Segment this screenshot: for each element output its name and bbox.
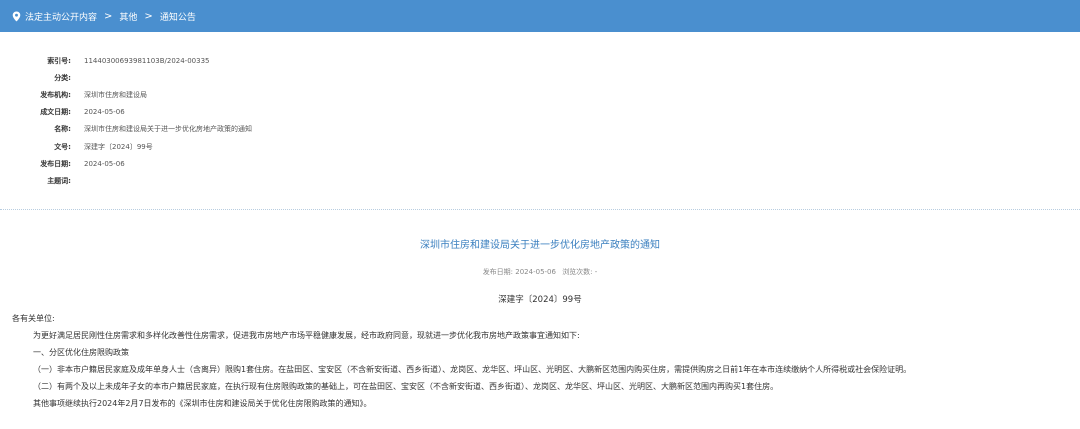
metadata-value: 2024-05-06	[84, 108, 125, 117]
metadata-table: 索引号: 11440300693981103B/2024-00335 分类: 发…	[0, 52, 1080, 190]
metadata-row-category: 分类:	[0, 69, 1080, 86]
metadata-label: 主题词:	[47, 176, 71, 185]
metadata-row-keywords: 主题词:	[0, 172, 1080, 189]
map-pin-icon	[12, 11, 21, 21]
metadata-row-doc-number: 文号: 深建字〔2024〕99号	[0, 138, 1080, 155]
metadata-value: 深建字〔2024〕99号	[84, 142, 153, 151]
body-paragraph: （一）非本市户籍居民家庭及成年单身人士（含离异）限购1套住房。在盐田区、宝安区（…	[33, 365, 912, 374]
section-heading: 一、分区优化住房限购政策	[33, 348, 129, 357]
breadcrumb: 法定主动公开内容 > 其他 > 通知公告	[0, 10, 196, 23]
section-divider	[0, 209, 1080, 210]
metadata-label: 名称:	[54, 125, 71, 134]
breadcrumb-item-notices[interactable]: 通知公告	[160, 10, 196, 23]
metadata-label: 分类:	[54, 73, 71, 82]
metadata-value: 深圳市住房和建设局	[84, 90, 147, 99]
breadcrumb-item-public-content[interactable]: 法定主动公开内容	[25, 10, 97, 23]
metadata-label: 发布机构:	[40, 90, 71, 99]
metadata-row-publish-date: 发布日期: 2024-05-06	[0, 155, 1080, 172]
view-count: 浏览次数: -	[562, 268, 598, 276]
document-body: 各有关单位: 为更好满足居民刚性住房需求和多样化改善性住房需求，促进我市房地产市…	[12, 310, 1070, 412]
metadata-value: 2024-05-06	[84, 159, 125, 168]
metadata-row-index: 索引号: 11440300693981103B/2024-00335	[0, 52, 1080, 69]
metadata-label: 发布日期:	[40, 159, 71, 168]
chevron-right-icon: >	[104, 10, 113, 22]
chevron-right-icon: >	[144, 10, 153, 22]
body-paragraph: （二）有两个及以上未成年子女的本市户籍居民家庭，在执行现有住房限购政策的基础上，…	[33, 382, 779, 391]
document-number: 深建字〔2024〕99号	[498, 295, 582, 305]
breadcrumb-item-other[interactable]: 其他	[119, 10, 137, 23]
document-publish-info: 发布日期: 2024-05-06 浏览次数: -	[0, 267, 1080, 277]
breadcrumb-bar: 法定主动公开内容 > 其他 > 通知公告	[0, 0, 1080, 32]
metadata-row-publisher: 发布机构: 深圳市住房和建设局	[0, 86, 1080, 103]
metadata-label: 成文日期:	[40, 108, 71, 117]
metadata-label: 文号:	[54, 142, 71, 151]
body-paragraph: 为更好满足居民刚性住房需求和多样化改善性住房需求，促进我市房地产市场平稳健康发展…	[33, 331, 580, 340]
metadata-value: 11440300693981103B/2024-00335	[84, 56, 210, 65]
metadata-value: 深圳市住房和建设局关于进一步优化房地产政策的通知	[84, 125, 252, 134]
publish-date: 发布日期: 2024-05-06	[482, 268, 556, 276]
metadata-row-written-date: 成文日期: 2024-05-06	[0, 104, 1080, 121]
metadata-row-name: 名称: 深圳市住房和建设局关于进一步优化房地产政策的通知	[0, 121, 1080, 138]
document-title: 深圳市住房和建设局关于进一步优化房地产政策的通知	[420, 240, 660, 251]
salutation: 各有关单位:	[12, 314, 55, 323]
body-paragraph: 其他事项继续执行2024年2月7日发布的《深圳市住房和建设局关于优化住房限购政策…	[33, 399, 372, 408]
metadata-label: 索引号:	[47, 56, 71, 65]
